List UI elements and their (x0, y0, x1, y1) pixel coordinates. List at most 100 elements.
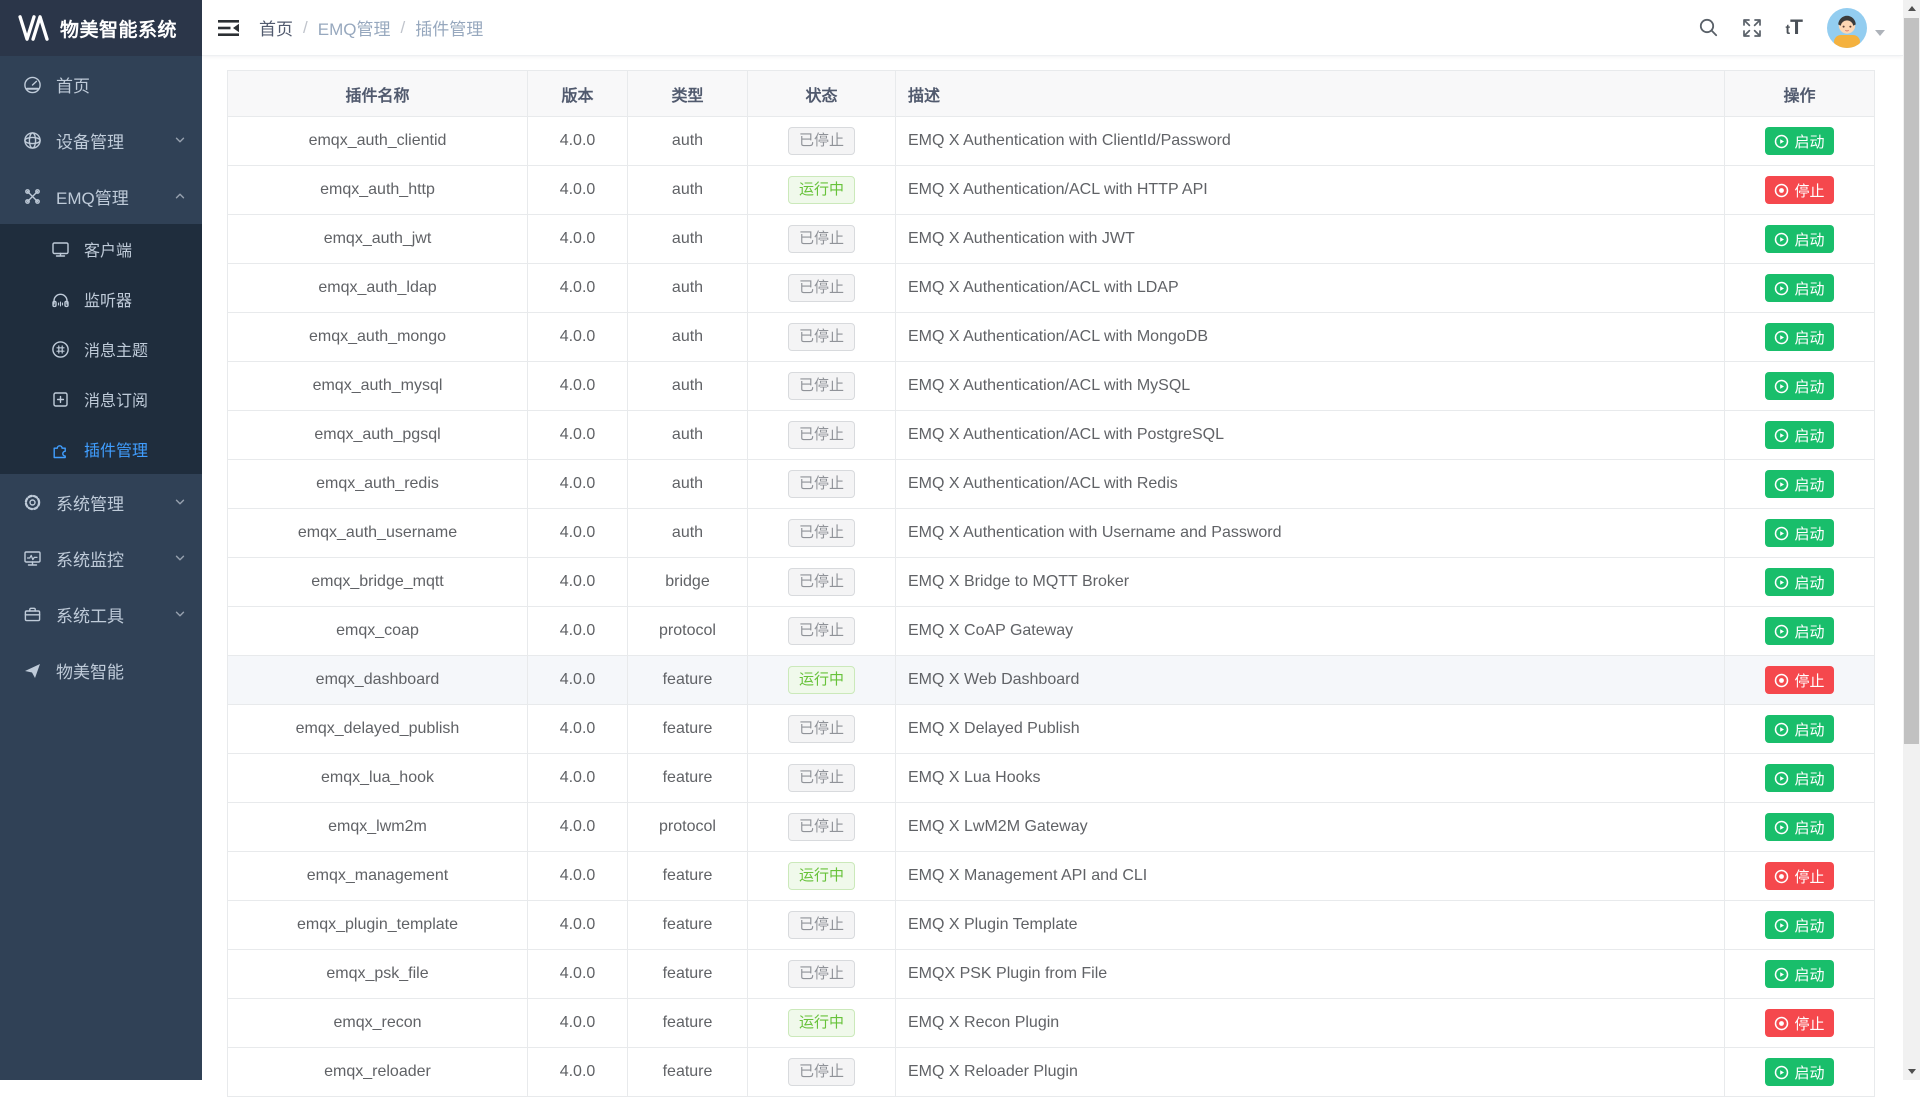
start-button[interactable]: 启动 (1765, 813, 1833, 841)
stop-button[interactable]: 停止 (1765, 176, 1833, 204)
plugin-name-cell: emqx_dashboard (228, 656, 528, 705)
sidebar-item-system-management[interactable]: 系统管理 (0, 474, 202, 530)
plugin-name-cell: emqx_management (228, 852, 528, 901)
scrollbar-thumb[interactable] (1904, 18, 1919, 744)
column-header: 描述 (896, 71, 1725, 117)
status-cell: 已停止 (748, 901, 896, 950)
play-circle-icon (1774, 575, 1789, 590)
plugin-name-cell: emqx_delayed_publish (228, 705, 528, 754)
start-button[interactable]: 启动 (1765, 323, 1833, 351)
plugin-name-cell: emqx_auth_ldap (228, 264, 528, 313)
start-button[interactable]: 启动 (1765, 764, 1833, 792)
version-cell: 4.0.0 (528, 509, 628, 558)
sidebar-item-plugin-management[interactable]: 插件管理 (0, 424, 202, 474)
app-logo[interactable]: 物美智能系统 (0, 0, 202, 56)
action-button-label: 启动 (1794, 572, 1824, 593)
start-button[interactable]: 启动 (1765, 421, 1833, 449)
sidebar-item-listener[interactable]: 监听器 (0, 274, 202, 324)
status-cell: 运行中 (748, 166, 896, 215)
description-cell: EMQX PSK Plugin from File (896, 950, 1725, 999)
version-cell: 4.0.0 (528, 117, 628, 166)
font-size-icon[interactable]: tT (1786, 16, 1804, 40)
description-cell: EMQ X Authentication/ACL with LDAP (896, 264, 1725, 313)
action-button-label: 启动 (1794, 915, 1824, 936)
version-cell: 4.0.0 (528, 999, 628, 1048)
type-cell: feature (628, 656, 748, 705)
stop-button[interactable]: 停止 (1765, 1009, 1833, 1037)
sidebar-item-wumei-smart[interactable]: 物美智能 (0, 642, 202, 698)
action-button-label: 启动 (1794, 621, 1824, 642)
type-cell: bridge (628, 558, 748, 607)
action-button-label: 启动 (1794, 376, 1824, 397)
action-button-label: 停止 (1794, 1013, 1824, 1034)
scroll-up-arrow[interactable] (1903, 0, 1920, 17)
status-badge: 已停止 (788, 421, 855, 449)
play-circle-icon (1774, 918, 1789, 933)
plugin-table: 插件名称版本类型状态描述操作emqx_auth_clientid4.0.0aut… (227, 70, 1875, 1097)
column-header: 操作 (1725, 71, 1875, 117)
status-badge: 已停止 (788, 519, 855, 547)
action-cell: 停止 (1725, 166, 1875, 215)
description-cell: EMQ X LwM2M Gateway (896, 803, 1725, 852)
version-cell: 4.0.0 (528, 313, 628, 362)
status-cell: 已停止 (748, 1048, 896, 1097)
start-button[interactable]: 启动 (1765, 960, 1833, 988)
status-cell: 已停止 (748, 509, 896, 558)
sidebar-item-emq-management[interactable]: EMQ管理 (0, 168, 202, 224)
status-cell: 已停止 (748, 803, 896, 852)
action-cell: 启动 (1725, 460, 1875, 509)
action-button-label: 启动 (1794, 327, 1824, 348)
sidebar-item-message-subscription[interactable]: 消息订阅 (0, 374, 202, 424)
user-menu[interactable] (1827, 8, 1885, 48)
play-circle-icon (1774, 379, 1789, 394)
type-cell: protocol (628, 607, 748, 656)
start-button[interactable]: 启动 (1765, 274, 1833, 302)
vertical-scrollbar[interactable] (1903, 0, 1920, 1080)
logo-icon (18, 15, 50, 41)
topic-icon (48, 340, 72, 359)
sidebar-item-message-topic[interactable]: 消息主题 (0, 324, 202, 374)
navbar-actions: tT (1699, 8, 1886, 48)
plugin-name-cell: emqx_recon (228, 999, 528, 1048)
column-header: 版本 (528, 71, 628, 117)
start-button[interactable]: 启动 (1765, 715, 1833, 743)
breadcrumb-item[interactable]: 首页 (259, 15, 293, 40)
sidebar-item-system-monitor[interactable]: 系统监控 (0, 530, 202, 586)
search-icon[interactable] (1699, 18, 1718, 37)
start-button[interactable]: 启动 (1765, 568, 1833, 596)
table-row: emqx_auth_pgsql4.0.0auth已停止EMQ X Authent… (228, 411, 1875, 460)
chevron-down-icon (174, 608, 186, 620)
start-button[interactable]: 启动 (1765, 519, 1833, 547)
start-button[interactable]: 启动 (1765, 470, 1833, 498)
type-cell: feature (628, 950, 748, 999)
description-cell: EMQ X Authentication/ACL with PostgreSQL (896, 411, 1725, 460)
plugin-name-cell: emqx_auth_mongo (228, 313, 528, 362)
column-header: 状态 (748, 71, 896, 117)
sidebar-toggle-icon[interactable] (218, 19, 239, 37)
sidebar-item-client[interactable]: 客户端 (0, 224, 202, 274)
sidebar-item-system-tools[interactable]: 系统工具 (0, 586, 202, 642)
start-button[interactable]: 启动 (1765, 1058, 1833, 1086)
status-badge: 已停止 (788, 715, 855, 743)
status-badge: 已停止 (788, 225, 855, 253)
stop-button[interactable]: 停止 (1765, 862, 1833, 890)
version-cell: 4.0.0 (528, 215, 628, 264)
start-button[interactable]: 启动 (1765, 911, 1833, 939)
play-circle-icon (1774, 232, 1789, 247)
device-icon (20, 131, 44, 150)
start-button[interactable]: 启动 (1765, 372, 1833, 400)
sidebar-item-device-management[interactable]: 设备管理 (0, 112, 202, 168)
avatar[interactable] (1827, 8, 1867, 48)
toolbox-icon (20, 605, 44, 624)
sidebar-item-home[interactable]: 首页 (0, 56, 202, 112)
plugin-name-cell: emqx_auth_pgsql (228, 411, 528, 460)
start-button[interactable]: 启动 (1765, 617, 1833, 645)
start-button[interactable]: 启动 (1765, 127, 1833, 155)
action-button-label: 停止 (1794, 866, 1824, 887)
chevron-down-icon (174, 496, 186, 508)
scroll-down-arrow[interactable] (1903, 1063, 1920, 1080)
start-button[interactable]: 启动 (1765, 225, 1833, 253)
fullscreen-icon[interactable] (1742, 18, 1762, 38)
column-header: 类型 (628, 71, 748, 117)
stop-button[interactable]: 停止 (1765, 666, 1833, 694)
